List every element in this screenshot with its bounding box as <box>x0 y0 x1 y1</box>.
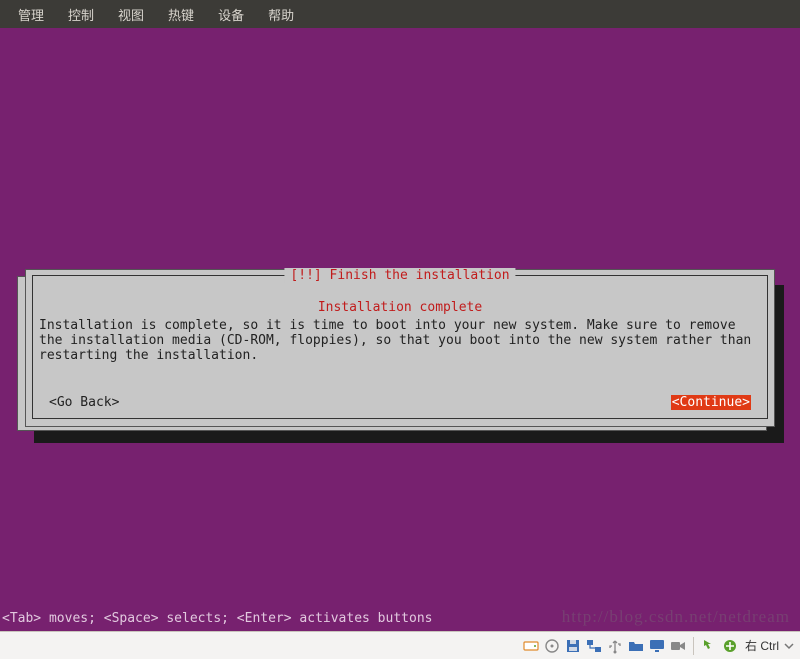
network-icon[interactable] <box>586 638 602 654</box>
dialog-button-row: <Go Back> <Continue> <box>49 395 751 410</box>
recording-icon[interactable] <box>670 638 686 654</box>
vm-screen: [!!] Finish the installation Installatio… <box>0 28 800 631</box>
menu-hotkey[interactable]: 热键 <box>158 1 204 28</box>
menu-control[interactable]: 控制 <box>58 1 104 28</box>
mouse-integration-icon[interactable] <box>701 638 717 654</box>
dialog-body-text: Installation is complete, so it is time … <box>39 318 761 363</box>
dialog-title: [!!] Finish the installation <box>284 268 515 283</box>
chevron-down-icon[interactable] <box>784 638 794 654</box>
hostkey-label: 右 Ctrl <box>745 637 779 654</box>
optical-disc-icon[interactable] <box>544 638 560 654</box>
menu-devices[interactable]: 设备 <box>208 1 254 28</box>
shared-folder-icon[interactable] <box>628 638 644 654</box>
status-separator <box>693 637 694 655</box>
menubar: 管理 控制 视图 热键 设备 帮助 <box>0 0 800 28</box>
usb-icon[interactable] <box>607 638 623 654</box>
dialog-subtitle: Installation complete <box>33 300 767 315</box>
dialog-frame: [!!] Finish the installation Installatio… <box>32 275 768 419</box>
hard-disk-icon[interactable] <box>523 638 539 654</box>
menu-manage[interactable]: 管理 <box>8 1 54 28</box>
display-icon[interactable] <box>649 638 665 654</box>
guest-additions-icon[interactable] <box>722 638 738 654</box>
statusbar: 右 Ctrl <box>0 631 800 659</box>
menu-help[interactable]: 帮助 <box>258 1 304 28</box>
floppy-icon[interactable] <box>565 638 581 654</box>
continue-button[interactable]: <Continue> <box>671 395 751 410</box>
menu-view[interactable]: 视图 <box>108 1 154 28</box>
go-back-button[interactable]: <Go Back> <box>49 395 119 410</box>
install-dialog: [!!] Finish the installation Installatio… <box>25 269 775 427</box>
keyboard-hint: <Tab> moves; <Space> selects; <Enter> ac… <box>0 611 432 626</box>
